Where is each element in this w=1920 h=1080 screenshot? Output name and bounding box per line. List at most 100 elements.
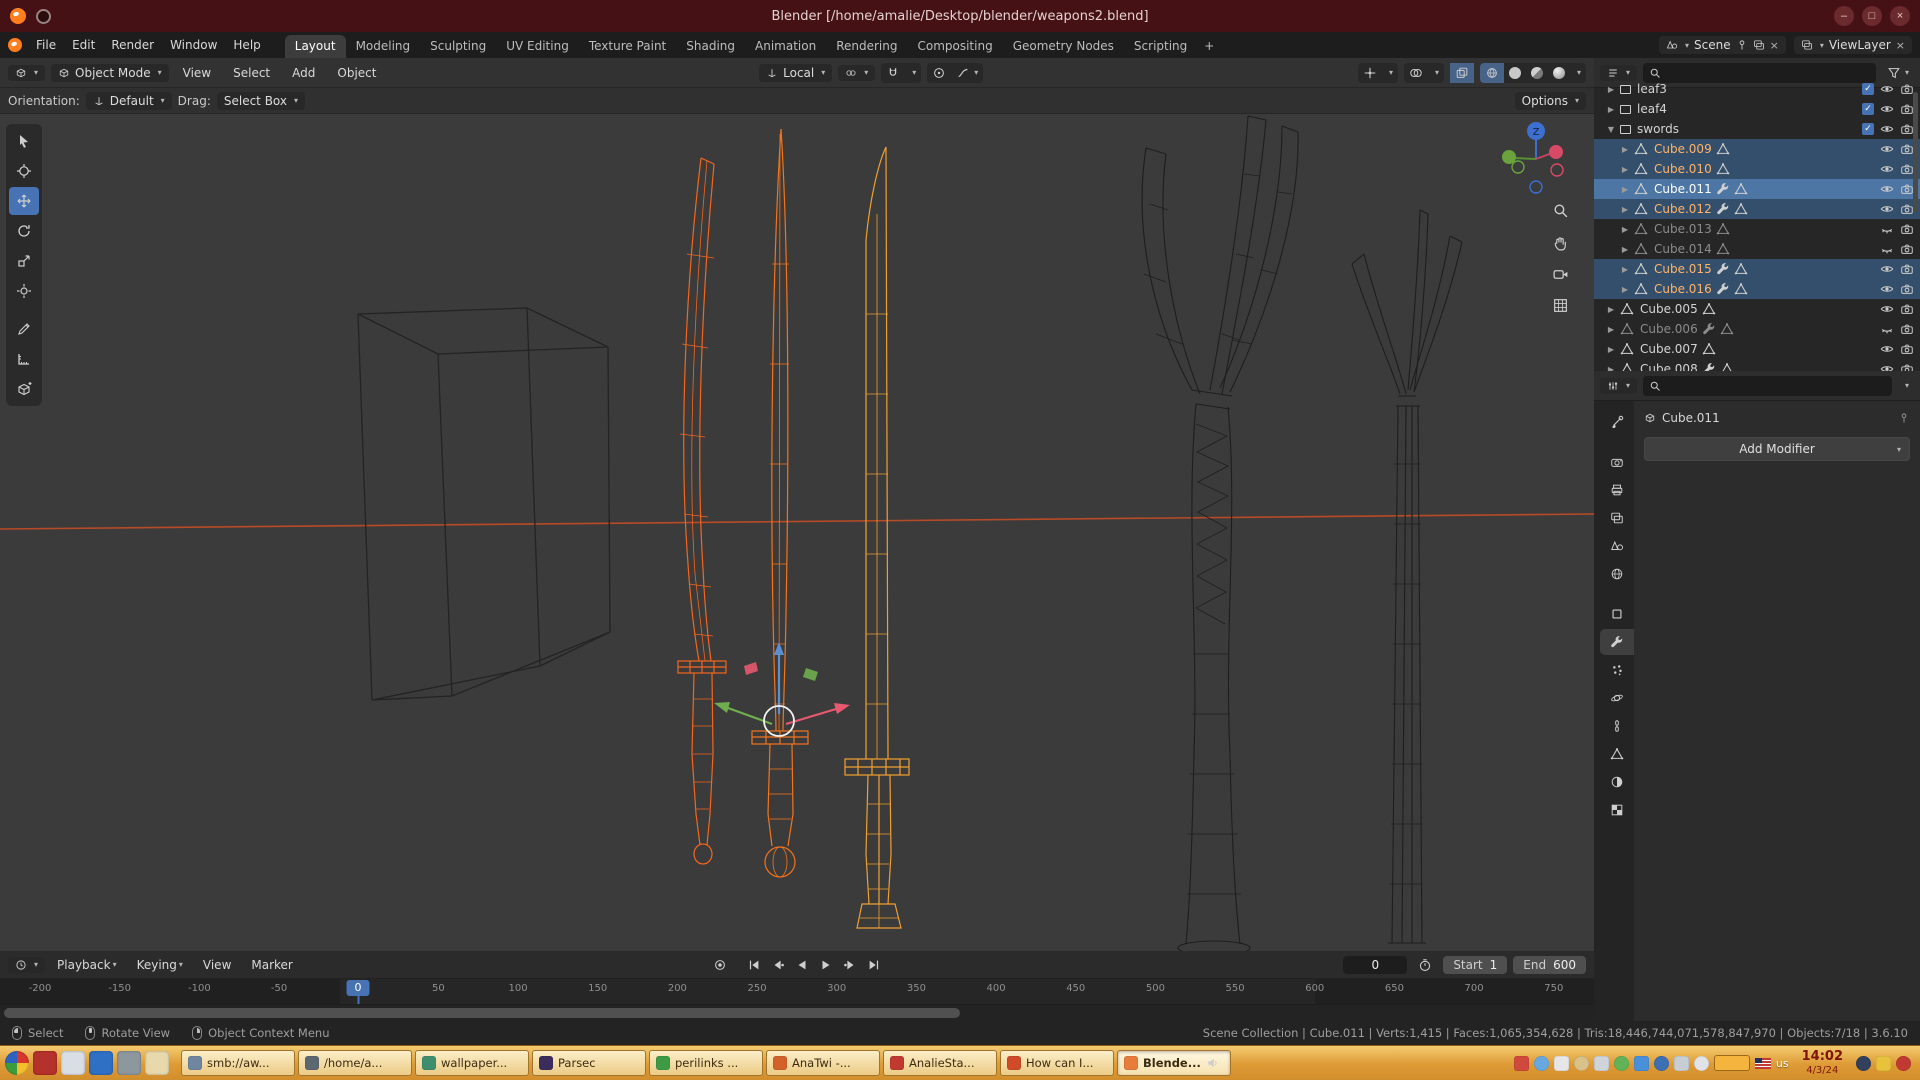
clock[interactable]: 14:02 4/3/24	[1802, 1050, 1843, 1076]
outliner-row-cube-011[interactable]: ▶ Cube.011	[1594, 179, 1920, 199]
camera-visibility-icon[interactable]	[1900, 302, 1914, 316]
eye-open-icon[interactable]	[1880, 302, 1894, 316]
outliner-row-cube-005[interactable]: ▶ Cube.005	[1594, 299, 1920, 319]
navigation-gizmo[interactable]: Z	[1502, 122, 1563, 193]
launcher-3-icon[interactable]	[89, 1051, 113, 1075]
camera-visibility-icon[interactable]	[1900, 222, 1914, 236]
shading-rendered-button[interactable]	[1548, 64, 1570, 82]
launcher-4-icon[interactable]	[117, 1051, 141, 1075]
overlays-dropdown[interactable]: ▾	[1428, 65, 1444, 80]
options-dropdown[interactable]: Options▾	[1515, 92, 1586, 110]
collection-checkbox[interactable]	[1862, 83, 1874, 95]
properties-search-input[interactable]	[1666, 379, 1886, 393]
menu-marker[interactable]: Marker▾	[243, 955, 300, 975]
tab-layout[interactable]: Layout	[285, 35, 346, 58]
pin-scene-icon[interactable]	[1736, 39, 1748, 51]
gizmo-y-arrow[interactable]	[714, 702, 730, 713]
disclosure-triangle[interactable]: ▶	[1620, 165, 1630, 174]
outliner-row-cube-007[interactable]: ▶ Cube.007	[1594, 339, 1920, 359]
tab-add-workspace[interactable]: +	[1197, 35, 1221, 58]
outliner-filter-button[interactable]: ▾	[1882, 63, 1914, 83]
tray-shield-icon[interactable]	[1674, 1056, 1689, 1071]
disclosure-triangle[interactable]: ▶	[1620, 285, 1630, 294]
timeline-scrollbar[interactable]	[0, 1005, 1594, 1021]
tool-select-box[interactable]	[9, 127, 39, 155]
frame-end-field[interactable]: End600	[1513, 956, 1586, 974]
tray-media-icon[interactable]	[1614, 1056, 1629, 1071]
camera-visibility-icon[interactable]	[1900, 362, 1914, 371]
outliner-row-swords[interactable]: ▼ swords	[1594, 119, 1920, 139]
eye-closed-icon[interactable]	[1880, 222, 1894, 236]
shading-wireframe-button[interactable]	[1480, 63, 1504, 83]
props-tab-output[interactable]	[1600, 477, 1634, 503]
item-name[interactable]: Cube.006	[1640, 322, 1698, 336]
axis-neg-z-ball[interactable]	[1530, 181, 1542, 193]
menu-edit[interactable]: Edit	[64, 35, 103, 55]
camera-view-icon[interactable]	[1554, 271, 1567, 278]
disclosure-triangle[interactable]: ▶	[1620, 205, 1630, 214]
jump-to-start-button[interactable]	[743, 956, 765, 974]
properties-options-dropdown[interactable]: ▾	[1898, 378, 1914, 393]
item-name[interactable]: Cube.015	[1654, 262, 1712, 276]
timeline-editor-selector[interactable]: ▾	[8, 957, 45, 973]
menu-select[interactable]: Select	[225, 63, 278, 83]
outliner-row-cube-010[interactable]: ▶ Cube.010	[1594, 159, 1920, 179]
proportional-falloff-dropdown[interactable]: ▾	[951, 63, 983, 83]
props-tab-physics[interactable]	[1600, 685, 1634, 711]
snap-toggle-button[interactable]	[881, 63, 905, 83]
eye-open-icon[interactable]	[1880, 262, 1894, 276]
scene-selector[interactable]: ▾ Scene ×	[1659, 36, 1786, 54]
collection-checkbox[interactable]	[1862, 103, 1874, 115]
editor-type-selector[interactable]: ▾	[8, 65, 45, 81]
mode-selector[interactable]: Object Mode▾	[51, 64, 169, 82]
tray-notify-icon[interactable]	[1514, 1056, 1529, 1071]
toggle-xray-button[interactable]	[1450, 63, 1474, 83]
weather-icon[interactable]	[1856, 1056, 1871, 1071]
item-name[interactable]: Cube.016	[1654, 282, 1712, 296]
breadcrumb-object-name[interactable]: Cube.011	[1662, 411, 1720, 425]
tool-orientation-selector[interactable]: Default▾	[86, 92, 172, 110]
eye-open-icon[interactable]	[1880, 82, 1894, 96]
play-button[interactable]	[815, 956, 837, 974]
viewlayer-selector[interactable]: ▾ ViewLayer ×	[1794, 36, 1912, 54]
outliner-row-cube-015[interactable]: ▶ Cube.015	[1594, 259, 1920, 279]
props-tab-particles[interactable]	[1600, 657, 1634, 683]
menu-keying[interactable]: Keying▾	[129, 955, 191, 975]
tray-network-icon[interactable]	[1694, 1056, 1709, 1071]
menu-add[interactable]: Add	[284, 63, 323, 83]
tray-volume-icon[interactable]	[1554, 1056, 1569, 1071]
camera-visibility-icon[interactable]	[1900, 142, 1914, 156]
tray-scissors-icon[interactable]	[1594, 1056, 1609, 1071]
eye-closed-icon[interactable]	[1880, 242, 1894, 256]
item-name[interactable]: Cube.013	[1654, 222, 1712, 236]
gizmo-plane-handle-x[interactable]	[744, 662, 758, 675]
tab-texture-paint[interactable]: Texture Paint	[579, 35, 676, 58]
item-name[interactable]: Cube.009	[1654, 142, 1712, 156]
pin-id-icon[interactable]	[1898, 412, 1910, 424]
camera-visibility-icon[interactable]	[1900, 342, 1914, 356]
remove-viewlayer-icon[interactable]: ×	[1896, 39, 1905, 52]
tab-compositing[interactable]: Compositing	[907, 35, 1002, 58]
properties-editor-selector[interactable]: ▾	[1600, 378, 1637, 394]
wireframe-fork[interactable]	[1352, 210, 1462, 943]
pan-control-icon[interactable]	[1555, 238, 1565, 250]
camera-visibility-icon[interactable]	[1900, 182, 1914, 196]
tray-clipboard-icon[interactable]	[1574, 1056, 1589, 1071]
taskbar-smb[interactable]: smb://aw...	[181, 1050, 295, 1076]
eye-closed-icon[interactable]	[1880, 322, 1894, 336]
jump-to-end-button[interactable]	[863, 956, 885, 974]
drag-mode-selector[interactable]: Select Box▾	[217, 92, 305, 110]
outliner-scrollbar[interactable]	[1913, 92, 1918, 212]
eye-open-icon[interactable]	[1880, 362, 1894, 371]
tool-move[interactable]	[9, 187, 39, 215]
use-preview-range-button[interactable]	[1413, 955, 1437, 975]
item-name[interactable]: Cube.010	[1654, 162, 1712, 176]
frame-start-field[interactable]: Start1	[1443, 956, 1507, 974]
disclosure-triangle[interactable]: ▶	[1606, 325, 1616, 334]
app-menu-icon[interactable]	[5, 1051, 29, 1075]
taskbar-howcani[interactable]: How can I...	[1000, 1050, 1114, 1076]
eye-open-icon[interactable]	[1880, 102, 1894, 116]
disclosure-triangle[interactable]: ▶	[1606, 85, 1616, 94]
tray-chat-icon[interactable]	[1534, 1056, 1549, 1071]
eye-open-icon[interactable]	[1880, 202, 1894, 216]
